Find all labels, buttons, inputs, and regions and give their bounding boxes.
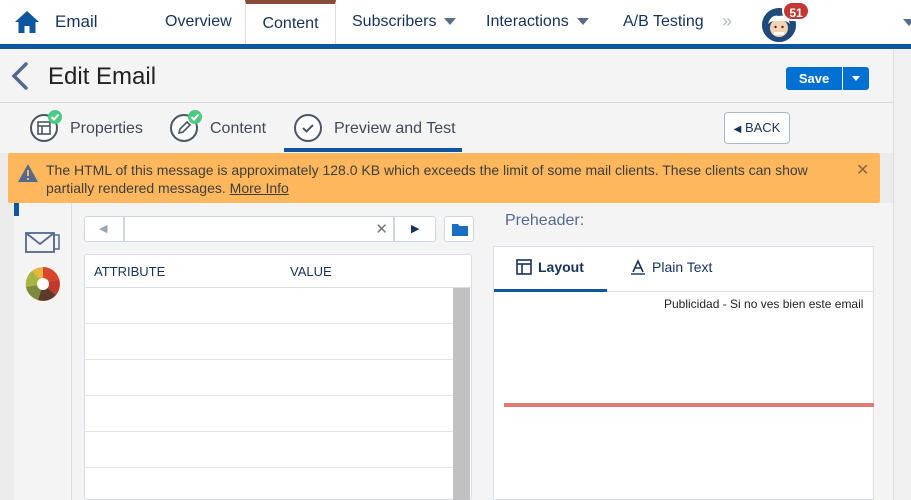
table-row[interactable] — [85, 432, 453, 468]
size-warning-banner: The HTML of this message is approximatel… — [8, 153, 880, 203]
tab-layout-label: Layout — [538, 259, 584, 275]
step-content-label: Content — [210, 120, 267, 137]
email-preview: Layout Plain Text Publicidad - Si no ves… — [493, 246, 874, 500]
column-header-value: VALUE — [290, 264, 332, 279]
page-title: Edit Email — [48, 63, 157, 90]
folder-icon — [452, 224, 468, 236]
preheader-label: Preheader: — [505, 212, 585, 229]
caret-right-icon: ▶ — [411, 223, 420, 235]
tab-plain-text-label: Plain Text — [652, 259, 713, 275]
color-wheel-icon[interactable] — [24, 265, 62, 303]
table-row[interactable] — [85, 468, 453, 500]
check-complete-icon — [188, 110, 202, 124]
tab-ab-testing[interactable]: A/B Testing — [623, 0, 704, 44]
warning-message: The HTML of this message is approximatel… — [46, 161, 846, 197]
attribute-table: ATTRIBUTE VALUE — [84, 254, 472, 500]
tab-content[interactable]: Content — [245, 0, 336, 44]
column-header-attribute: ATTRIBUTE — [94, 264, 166, 279]
notification-badge: 51 — [782, 1, 810, 21]
active-step-indicator — [284, 148, 462, 152]
tab-subscribers-label: Subscribers — [352, 13, 437, 30]
back-button-label: BACK — [744, 120, 781, 135]
prev-subscriber-button[interactable]: ◀ — [84, 216, 124, 242]
tab-plain-text[interactable]: Plain Text — [630, 259, 712, 275]
table-row[interactable] — [85, 324, 453, 360]
next-subscriber-button[interactable]: ▶ — [394, 216, 436, 242]
table-scrollbar[interactable] — [453, 288, 470, 500]
table-row[interactable] — [85, 288, 453, 324]
save-dropdown-button[interactable] — [843, 67, 869, 90]
home-icon[interactable] — [14, 10, 40, 34]
text-icon — [631, 259, 645, 275]
check-complete-icon — [48, 110, 62, 124]
folder-button[interactable] — [444, 216, 474, 242]
layout-icon — [516, 259, 532, 275]
chevron-down-icon — [576, 18, 589, 26]
clear-icon[interactable]: ✕ — [375, 220, 388, 238]
more-info-link[interactable]: More Info — [230, 180, 289, 196]
email-divider-line — [504, 403, 874, 407]
edit-header: Edit Email Save — [0, 49, 893, 103]
subscriber-search-input[interactable]: ✕ — [124, 216, 394, 242]
email-test-icon[interactable] — [24, 229, 62, 257]
warning-text: The HTML of this message is approximatel… — [46, 162, 808, 196]
step-preview-label: Preview and Test — [334, 120, 456, 137]
tab-interactions-label: Interactions — [486, 13, 569, 30]
chevron-down-icon — [852, 76, 860, 81]
tab-content-label: Content — [262, 15, 319, 32]
save-button[interactable]: Save — [786, 67, 842, 90]
back-button[interactable]: ◀ BACK — [724, 112, 790, 144]
top-navigation: Email Overview Content Subscribers Inter… — [0, 0, 911, 49]
left-icon-rail — [14, 203, 72, 500]
tab-layout[interactable]: Layout — [516, 259, 584, 275]
warning-icon — [18, 164, 38, 182]
page-scrollbar[interactable] — [893, 49, 911, 500]
tab-interactions[interactable]: Interactions — [486, 0, 589, 44]
caret-left-icon: ◀ — [99, 223, 108, 235]
tab-overview[interactable]: Overview — [165, 0, 232, 44]
caret-left-icon: ◀ — [733, 124, 742, 135]
close-icon[interactable]: ✕ — [856, 160, 869, 180]
step-properties-label: Properties — [70, 120, 143, 137]
step-progress: Properties Content Preview and Test ◀ BA… — [0, 103, 893, 153]
active-tab-indicator — [494, 289, 607, 292]
tab-subscribers[interactable]: Subscribers — [352, 0, 457, 44]
chevron-down-icon — [444, 18, 457, 26]
back-chevron-icon[interactable] — [10, 61, 30, 91]
app-name[interactable]: Email — [55, 12, 98, 32]
email-header-text: Publicidad - Si no ves bien este email — [664, 297, 864, 311]
more-tabs-icon[interactable]: » — [722, 11, 732, 32]
table-row[interactable] — [85, 396, 453, 432]
checkmark-icon — [294, 114, 322, 142]
user-menu-chevron-icon[interactable] — [903, 19, 911, 26]
table-row[interactable] — [85, 360, 453, 396]
